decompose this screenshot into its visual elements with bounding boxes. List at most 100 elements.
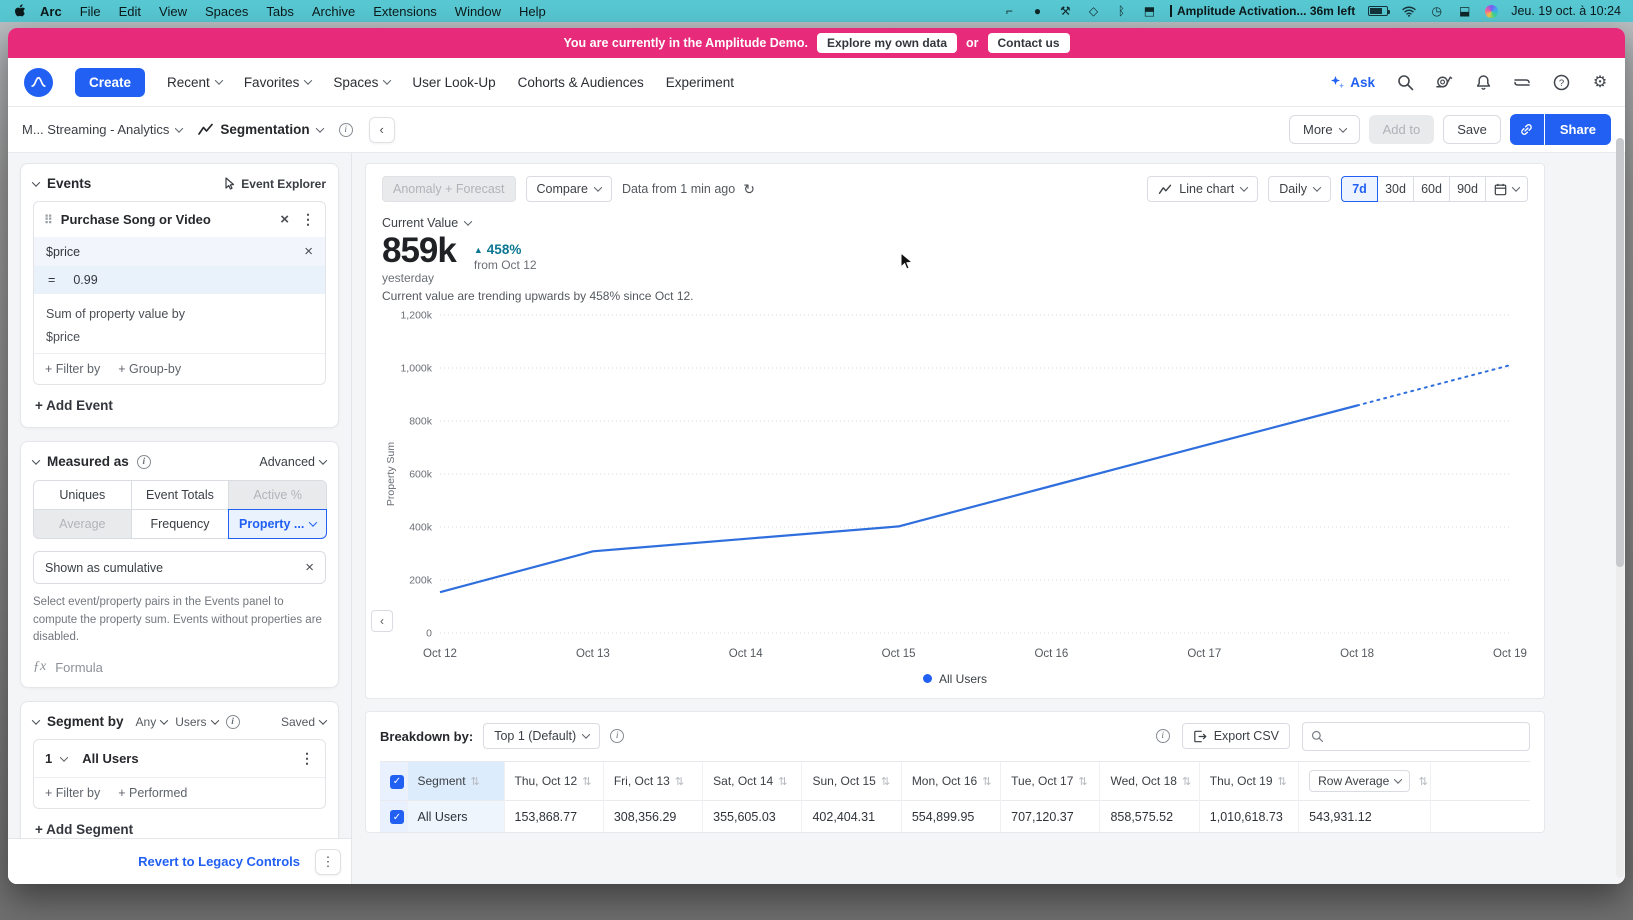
remove-cumulative-button[interactable]: ×: [305, 560, 314, 575]
select-all-checkbox[interactable]: ✓: [390, 775, 404, 789]
sort-icon[interactable]: ⇅: [982, 776, 991, 788]
segment-expand-icon[interactable]: [60, 753, 68, 761]
contact-us-button[interactable]: Contact us: [988, 33, 1070, 53]
siri-icon[interactable]: [1485, 5, 1498, 18]
nav-cohorts-audiences[interactable]: Cohorts & Audiences: [518, 75, 644, 90]
range-60d[interactable]: 60d: [1413, 176, 1450, 202]
breakdown-dropdown[interactable]: Top 1 (Default): [483, 723, 600, 749]
menu-extensions[interactable]: Extensions: [364, 4, 446, 19]
sort-icon[interactable]: ⇅: [778, 776, 787, 788]
measured-as-info-icon[interactable]: i: [137, 455, 151, 469]
sort-icon[interactable]: ⇅: [1182, 776, 1191, 788]
add-to-button[interactable]: Add to: [1369, 115, 1435, 144]
amplitude-logo[interactable]: [24, 68, 53, 97]
share-button[interactable]: Share: [1545, 114, 1611, 145]
apple-menu-icon[interactable]: [12, 4, 27, 19]
wifi-icon[interactable]: [1401, 4, 1416, 19]
menu-file[interactable]: File: [71, 4, 110, 19]
sidebar-footer-options-button[interactable]: ⋮: [315, 849, 341, 875]
display-icon[interactable]: ⬒: [1142, 4, 1157, 19]
nav-spaces[interactable]: Spaces: [333, 75, 390, 90]
menu-tabs[interactable]: Tabs: [257, 4, 302, 19]
sort-icon[interactable]: ⇅: [881, 776, 890, 788]
people-icon[interactable]: ⚒: [1058, 4, 1073, 19]
event-filter-by-button[interactable]: + Filter by: [45, 362, 100, 376]
sort-icon[interactable]: ⇅: [675, 776, 684, 788]
row-checkbox[interactable]: ✓: [390, 810, 404, 824]
compare-button[interactable]: Compare: [526, 176, 612, 202]
sort-icon[interactable]: ⇅: [1419, 776, 1428, 788]
info-icon[interactable]: i: [339, 123, 353, 137]
measure-event-totals[interactable]: Event Totals: [131, 480, 230, 510]
segment-name[interactable]: All Users: [82, 751, 138, 766]
collapse-measured-icon[interactable]: [32, 456, 40, 464]
collapse-events-icon[interactable]: [32, 178, 40, 186]
breakdown-info-icon[interactable]: i: [610, 729, 624, 743]
property-operator-row[interactable]: = 0.99: [34, 266, 325, 294]
sort-icon[interactable]: ⇅: [1078, 776, 1087, 788]
range-7d[interactable]: 7d: [1341, 176, 1378, 202]
sort-icon[interactable]: ⇅: [582, 776, 591, 788]
screen-mirroring-icon[interactable]: ⬓: [1457, 4, 1472, 19]
measure-average[interactable]: Average: [33, 509, 132, 539]
timer-status[interactable]: Amplitude Activation... 36m left: [1170, 4, 1355, 18]
menubar-clock[interactable]: Jeu. 19 oct. à 10:24: [1511, 4, 1621, 18]
drag-handle-icon[interactable]: ⠿: [44, 213, 52, 227]
cumulative-chip[interactable]: Shown as cumulative ×: [33, 551, 326, 584]
menu-spaces[interactable]: Spaces: [196, 4, 257, 19]
nav-user-lookup[interactable]: User Look-Up: [412, 75, 495, 90]
menu-help[interactable]: Help: [510, 4, 555, 19]
sort-icon[interactable]: ⇅: [471, 776, 480, 788]
table-search[interactable]: [1302, 722, 1530, 751]
segment-performed-button[interactable]: + Performed: [118, 786, 187, 800]
line-chart[interactable]: 0200k400k600k800k1,000k1,200kOct 12Oct 1…: [382, 303, 1528, 665]
remove-event-button[interactable]: ×: [280, 212, 289, 227]
nav-recent[interactable]: Recent: [167, 75, 222, 90]
measure-property[interactable]: $price: [46, 326, 313, 349]
row-average-dropdown[interactable]: Row Average: [1309, 770, 1410, 792]
revert-legacy-link[interactable]: Revert to Legacy Controls: [138, 854, 300, 869]
range-30d[interactable]: 30d: [1377, 176, 1414, 202]
nav-experiment[interactable]: Experiment: [666, 75, 734, 90]
segment-filter-by-button[interactable]: + Filter by: [45, 786, 100, 800]
add-event-button[interactable]: + Add Event: [35, 398, 324, 413]
table-search-input[interactable]: [1330, 729, 1521, 743]
measure-uniques[interactable]: Uniques: [33, 480, 132, 510]
segment-users-dropdown[interactable]: Users: [175, 715, 217, 729]
menu-edit[interactable]: Edit: [110, 4, 150, 19]
event-options-button[interactable]: ⋮: [301, 211, 315, 228]
refresh-icon[interactable]: ↻: [743, 181, 755, 198]
page-scrollbar[interactable]: [1616, 138, 1624, 878]
add-segment-button[interactable]: + Add Segment: [35, 822, 324, 837]
battery-icon[interactable]: [1368, 6, 1388, 16]
event-name[interactable]: Purchase Song or Video: [61, 212, 211, 227]
granularity-dropdown[interactable]: Daily: [1268, 176, 1331, 202]
segment-info-icon[interactable]: i: [226, 715, 240, 729]
advanced-dropdown[interactable]: Advanced: [259, 455, 326, 469]
anomaly-forecast-button[interactable]: Anomaly + Forecast: [382, 176, 516, 202]
compass-icon[interactable]: ◇: [1086, 4, 1101, 19]
sort-icon[interactable]: ⇅: [1278, 776, 1287, 788]
ask-button[interactable]: Ask: [1330, 75, 1375, 90]
measure-active-pct[interactable]: Active %: [228, 480, 327, 510]
nav-favorites[interactable]: Favorites: [244, 75, 312, 90]
copy-link-button[interactable]: [1510, 114, 1544, 145]
app-record-icon[interactable]: ●: [1030, 4, 1045, 19]
help-icon[interactable]: ?: [1552, 73, 1570, 91]
menu-archive[interactable]: Archive: [303, 4, 364, 19]
chart-type-selector[interactable]: Segmentation: [198, 122, 322, 137]
search-icon[interactable]: [1396, 73, 1414, 91]
saved-dropdown[interactable]: Saved: [281, 715, 326, 729]
create-button[interactable]: Create: [75, 68, 145, 97]
event-property-row[interactable]: $price ×: [34, 237, 325, 266]
measure-frequency[interactable]: Frequency: [131, 509, 230, 539]
menu-arc[interactable]: Arc: [31, 4, 71, 19]
measure-property-sum[interactable]: Property ...: [228, 509, 327, 539]
notifications-bell-icon[interactable]: [1474, 73, 1492, 91]
chart-type-dropdown[interactable]: Line chart: [1147, 176, 1258, 202]
range-90d[interactable]: 90d: [1449, 176, 1486, 202]
event-explorer-button[interactable]: Event Explorer: [222, 177, 326, 191]
clock-icon[interactable]: ◷: [1429, 4, 1444, 19]
current-value-dropdown[interactable]: Current Value: [382, 216, 1528, 230]
segment-options-button[interactable]: ⋮: [300, 750, 314, 767]
